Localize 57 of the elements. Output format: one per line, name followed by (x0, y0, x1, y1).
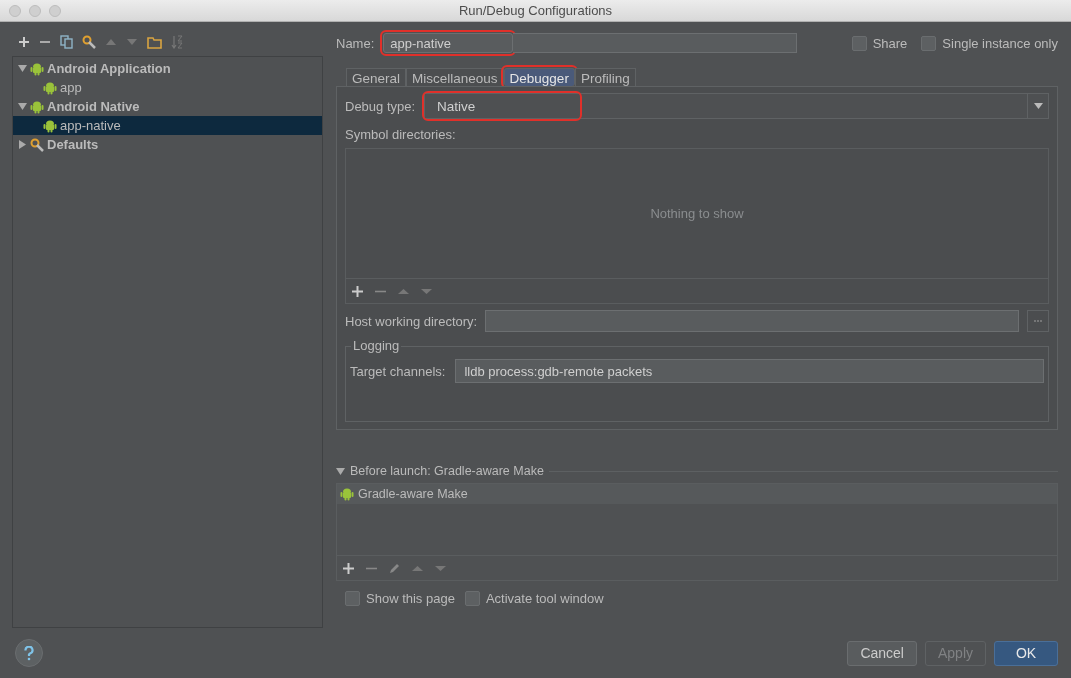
add-icon[interactable] (343, 562, 354, 574)
host-working-directory-label: Host working directory: (345, 313, 478, 329)
add-icon[interactable] (18, 36, 30, 48)
zoom-window-button[interactable] (49, 5, 61, 17)
close-window-button[interactable] (9, 5, 21, 17)
target-channels-field[interactable]: lldb process:gdb-remote packets (455, 359, 1044, 383)
folder-icon[interactable] (147, 35, 162, 49)
debug-type-label: Debug type: (345, 98, 416, 114)
name-field[interactable]: app-native (383, 33, 514, 53)
expanded-arrow-icon[interactable] (18, 102, 27, 111)
task-item[interactable]: Gradle-aware Make (337, 484, 1057, 504)
checkbox-label[interactable]: Share (872, 35, 908, 51)
checkbox[interactable] (851, 35, 867, 51)
logging-title: Logging (351, 338, 402, 353)
tree-item[interactable]: app-native (13, 116, 322, 135)
checkbox-label[interactable]: Single instance only (942, 35, 1058, 51)
checkbox[interactable] (345, 591, 360, 606)
tab[interactable]: Miscellaneous (406, 68, 504, 86)
sort-icon[interactable] (171, 35, 184, 49)
question-mark-icon[interactable] (24, 645, 34, 661)
empty-list-text: Nothing to show (650, 206, 744, 221)
dialog-button[interactable]: Cancel (847, 640, 917, 666)
help-button[interactable] (15, 639, 43, 668)
debug-type-value: Native (425, 94, 580, 118)
host-working-directory-field[interactable] (485, 310, 1019, 332)
tree-item[interactable]: Android Native (13, 97, 322, 116)
tab[interactable]: Profiling (574, 68, 636, 86)
checkbox[interactable] (464, 591, 480, 606)
android-icon (340, 487, 354, 501)
dropdown-arrow-icon[interactable] (1033, 103, 1043, 109)
android-icon (30, 99, 44, 114)
dialog-button[interactable]: OK (994, 640, 1058, 666)
tree-item[interactable]: app (13, 78, 322, 97)
minimize-window-button[interactable] (29, 5, 41, 17)
android-icon (43, 80, 57, 95)
collapsed-arrow-icon[interactable] (18, 140, 27, 149)
before-launch-title[interactable]: Before launch: Gradle-aware Make (350, 464, 544, 478)
android-icon (43, 118, 57, 133)
debug-type-dropdown[interactable]: Native (424, 93, 1049, 119)
name-label: Name: (336, 35, 375, 51)
checkbox[interactable] (921, 35, 937, 51)
tree-item[interactable]: Android Application (13, 59, 322, 78)
target-channels-label: Target channels: (350, 363, 446, 379)
checkbox-label[interactable]: Activate tool window (485, 591, 604, 606)
add-icon[interactable] (352, 285, 363, 297)
tab[interactable]: General (346, 68, 407, 86)
copy-icon[interactable] (60, 35, 73, 49)
expanded-arrow-icon[interactable] (18, 64, 27, 73)
symbol-directories-label: Symbol directories: (345, 127, 456, 142)
browse-button[interactable] (1027, 310, 1049, 332)
tab[interactable]: Debugger (503, 68, 575, 86)
pencil-icon[interactable] (389, 562, 400, 574)
window-title: Run/Debug Configurations (458, 3, 613, 18)
android-icon (30, 61, 44, 76)
tree-item[interactable]: Defaults (13, 135, 322, 154)
checkbox-label[interactable]: Show this page (366, 591, 455, 606)
expanded-arrow-icon[interactable] (336, 466, 345, 476)
